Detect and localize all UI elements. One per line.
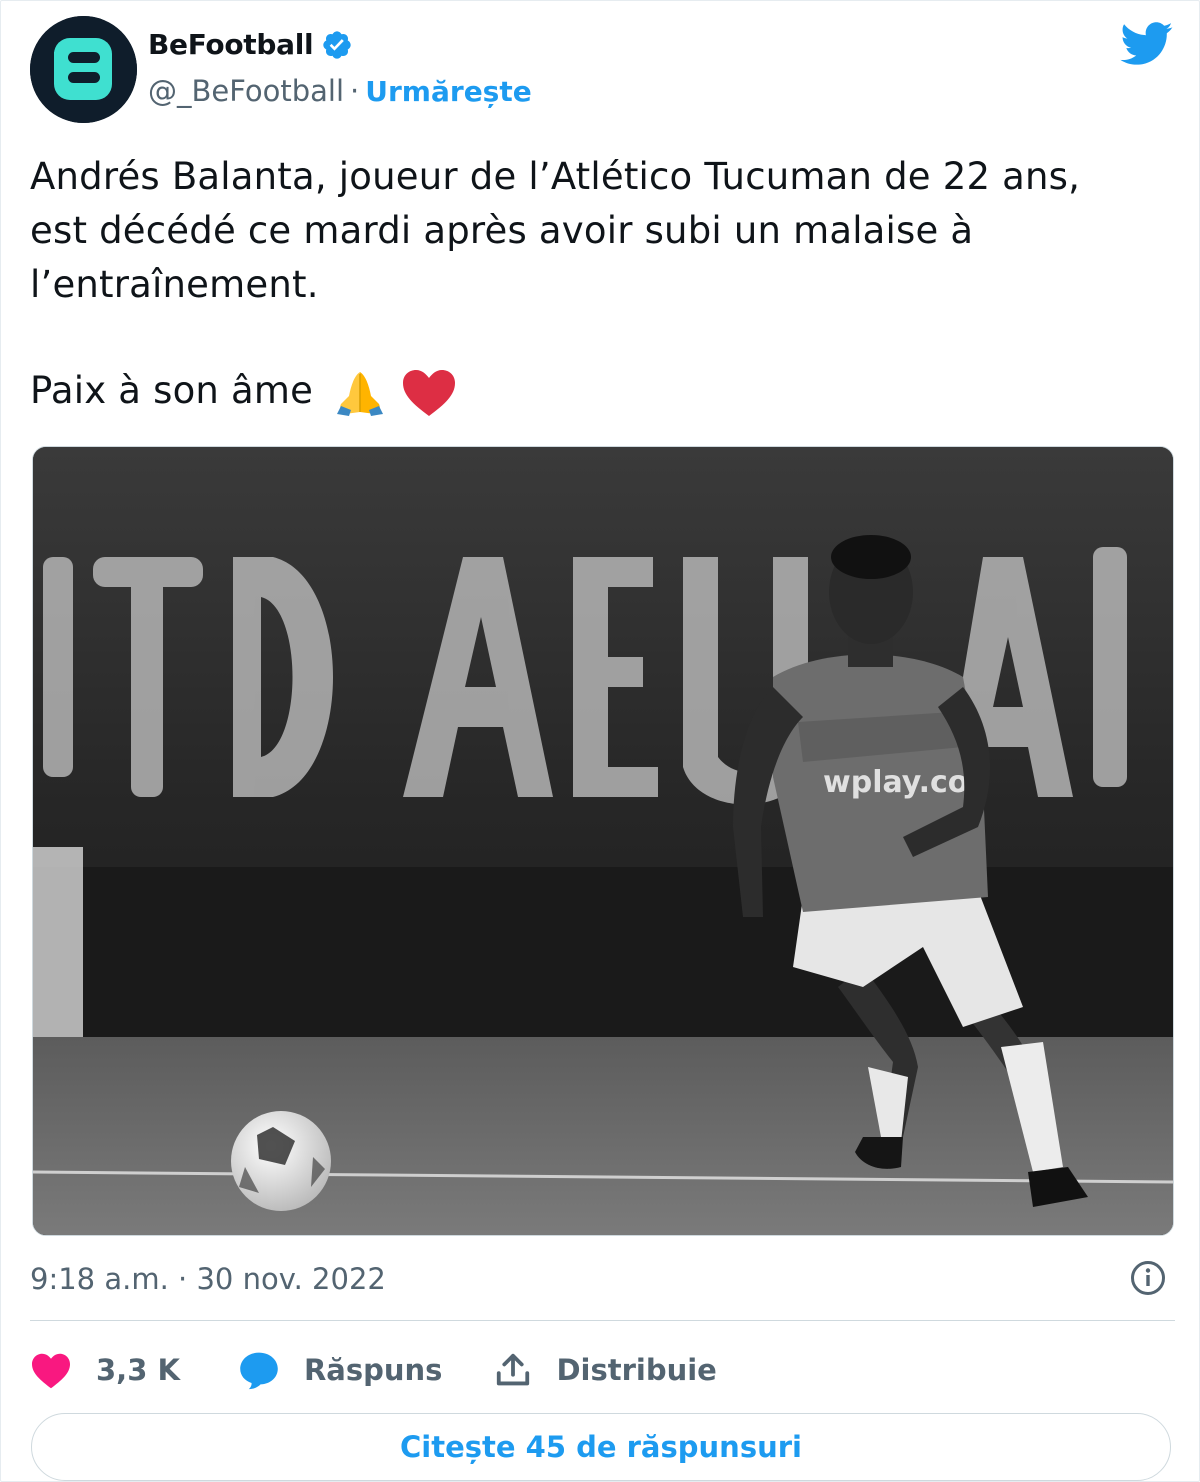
befootball-logo-icon (30, 16, 137, 123)
author-avatar[interactable] (30, 16, 137, 123)
read-replies-button[interactable]: Citește 45 de răspunsuri (31, 1413, 1171, 1481)
info-icon[interactable] (1130, 1260, 1166, 1296)
tweet-text: Andrés Balanta, joueur de l’Atlético Tuc… (30, 150, 1170, 418)
share-upload-icon (497, 1353, 530, 1386)
author-name-row: BeFootball (148, 28, 353, 61)
author-name[interactable]: BeFootball (148, 28, 314, 61)
red-heart-icon (403, 369, 456, 416)
follow-button[interactable]: Urmărește (365, 75, 531, 108)
player-photo: wplay.co (33, 447, 1173, 1235)
author-handle-row: @_BeFootball · Urmărește (148, 74, 532, 108)
separator-dot: · (350, 74, 360, 108)
folded-hands-icon (337, 371, 384, 416)
verified-badge-icon (323, 30, 351, 59)
like-count: 3,3 K (96, 1353, 180, 1387)
tweet-line-1: Andrés Balanta, joueur de l’Atlético Tuc… (30, 155, 1081, 198)
reply-bubble-icon (240, 1352, 278, 1390)
jersey-sponsor-text: wplay.co (823, 765, 968, 800)
share-label: Distribuie (556, 1353, 717, 1387)
author-handle[interactable]: @_BeFootball (148, 74, 344, 108)
like-button[interactable]: 3,3 K (30, 1351, 180, 1389)
reply-label: Răspuns (303, 1353, 443, 1387)
read-replies-label: Citește 45 de răspunsuri (400, 1430, 802, 1464)
twitter-bird-icon[interactable] (1120, 22, 1174, 66)
footer-divider (30, 1320, 1175, 1321)
share-button[interactable]: Distribuie (494, 1351, 717, 1389)
tweet-closing-text: Paix à son âme (30, 369, 314, 412)
tweet-line-2: est décédé ce mardi après avoir subi un … (30, 209, 974, 252)
tweet-photo[interactable]: wplay.co (32, 446, 1174, 1236)
tweet-closing-line: Paix à son âme (30, 364, 1170, 418)
tweet-line-3: l’entraînement. (30, 263, 319, 306)
tweet-timestamp[interactable]: 9:18 a.m. · 30 nov. 2022 (30, 1262, 386, 1296)
heart-icon (32, 1353, 70, 1389)
reply-button[interactable]: Răspuns (238, 1350, 442, 1390)
tweet-actions: 3,3 K Răspuns Distribuie (30, 1345, 717, 1395)
